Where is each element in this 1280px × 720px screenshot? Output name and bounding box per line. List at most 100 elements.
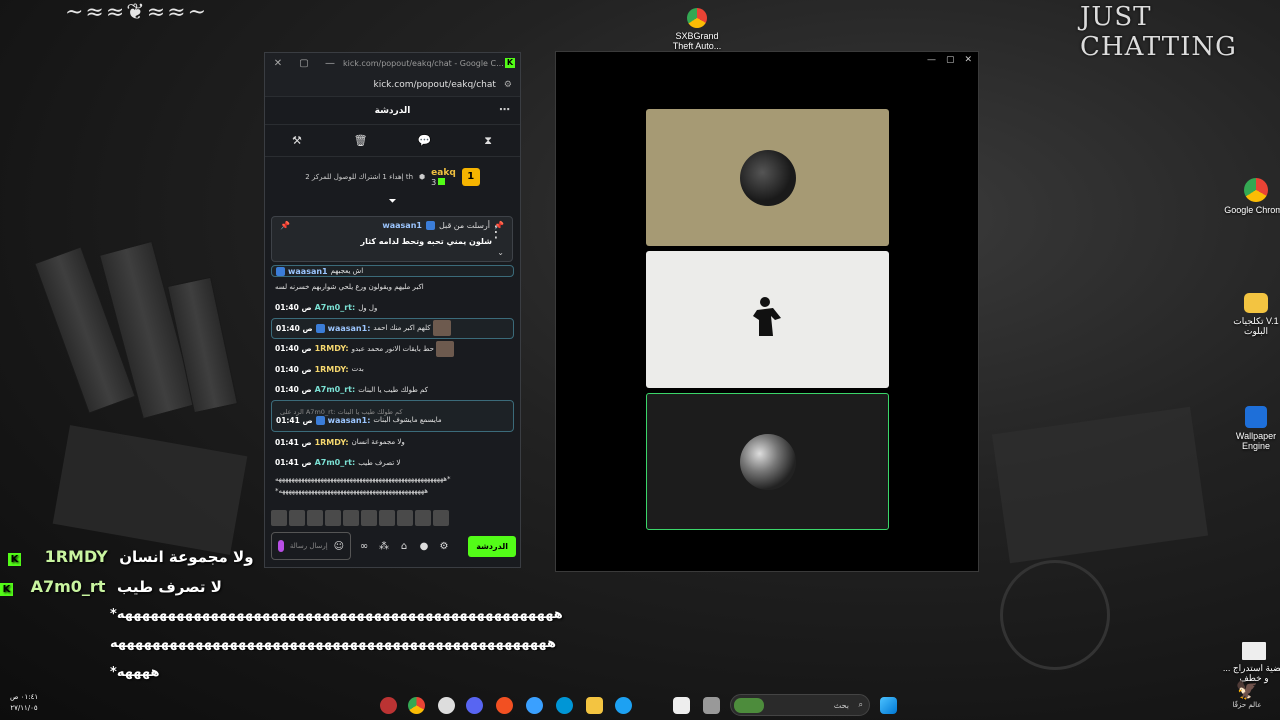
store-icon[interactable]: ⌂ (397, 541, 411, 552)
emote-button[interactable] (433, 510, 449, 526)
store-taskbar-icon[interactable] (673, 697, 690, 714)
app-icon[interactable] (496, 697, 513, 714)
minimize-window-button[interactable]: — (927, 55, 936, 65)
emote-button[interactable] (325, 510, 341, 526)
desktop-icon-wallpaper-engine[interactable]: Wallpaper Engine (1224, 406, 1280, 451)
desktop-ornament: ~≈≈❦≈≈~ (64, 0, 209, 25)
share-icon[interactable]: ⁂ (377, 541, 391, 552)
message-user[interactable]: A7m0_rt: (315, 303, 356, 312)
chat-message[interactable]: 01:40 ص A7m0_rt: ول ول (265, 298, 520, 319)
participant-tile[interactable] (646, 251, 889, 388)
desktop-icon-document[interactable]: قضية استدراج ... و خطف (1222, 642, 1280, 683)
chat-message[interactable]: 01:40 ص waasan1: كلهم اكبر منك احمد (271, 318, 514, 339)
chrome-icon (1244, 178, 1268, 202)
chat-bubble-icon[interactable]: ● (417, 541, 431, 552)
pinned-user[interactable]: waasan1 (382, 221, 422, 230)
address-bar[interactable]: kick.com/popout/eakq/chat ⚙ (265, 73, 520, 97)
mic-icon[interactable] (278, 540, 284, 552)
hourglass-icon[interactable]: ⧗ (473, 134, 503, 148)
maximize-window-button[interactable]: ▢ (291, 58, 317, 69)
message-time: 01:41 ص (276, 415, 313, 425)
collapse-toggle-icon[interactable]: ⏷ (265, 197, 520, 209)
chat-message[interactable]: 01:40 ص 1RMDY: بدت (265, 359, 520, 380)
overlay-user: A7m0_rt (30, 577, 106, 596)
chat-message[interactable]: 01:40 ص A7m0_rt: كم طولك طيب يا البنات (265, 380, 520, 401)
desktop-icon-chrome[interactable]: Google Chrome (1224, 178, 1280, 215)
chat-message[interactable]: 01:41 ص A7m0_rt: لا تصرف طيب (265, 453, 520, 474)
message-text: اكبر مليهم ويقولون ورع يلحي شواربهم خسرن… (275, 283, 424, 292)
app-icon[interactable] (380, 697, 397, 714)
gift-count: 3 (431, 177, 437, 187)
message-user[interactable]: 1RMDY: (315, 344, 349, 353)
pinned-more-icon[interactable]: ⋮ (488, 222, 504, 241)
minimize-window-button[interactable]: — (317, 58, 343, 69)
emoji-icon[interactable]: ☺ (334, 541, 344, 552)
chat-message-list[interactable]: waasan1 اش يعجبهم اكبر مليهم ويقولون ورع… (265, 265, 520, 505)
desktop-icon-folder[interactable]: تكلجيات V.1 البلوت (1224, 293, 1280, 336)
message-text: كلهم اكبر منك احمد (373, 324, 431, 333)
participant-avatar (739, 149, 796, 206)
start-button-icon[interactable] (880, 697, 897, 714)
participant-tile-speaking[interactable] (646, 393, 889, 530)
chat-send-button[interactable]: الدردشة (468, 535, 516, 557)
url-text: kick.com/popout/eakq/chat (373, 79, 496, 90)
file-explorer-icon[interactable] (586, 697, 603, 714)
message-user[interactable]: waasan1 (288, 267, 328, 276)
chat-message-input[interactable]: إرسال رسالة ☺ (271, 532, 351, 560)
infinity-icon[interactable]: ∞ (357, 541, 371, 552)
site-settings-icon[interactable]: ⚙ (504, 80, 512, 90)
close-window-button[interactable]: ✕ (265, 58, 291, 69)
edge-icon[interactable] (615, 697, 632, 714)
chat-reply-message[interactable]: الرد على A7m0_rt: كم طولك طيب يا البنات … (271, 400, 514, 432)
emote-button[interactable] (307, 510, 323, 526)
chevron-down-icon[interactable]: ⌄ (497, 248, 504, 257)
trash-icon[interactable]: 🗑 (346, 134, 376, 147)
settings-gear-icon[interactable]: ⚙ (437, 541, 451, 552)
taskbar-search[interactable]: بحث ⌕ (730, 694, 870, 716)
recent-emotes-strip (271, 510, 461, 526)
message-user[interactable]: A7m0_rt: (315, 458, 356, 467)
app-icon[interactable] (526, 697, 543, 714)
gift-leaderboard-banner[interactable]: إهداء 1 اشتراك للوصول للمركز 2 th ⬢ eakq… (265, 157, 520, 197)
emote-button[interactable] (271, 510, 287, 526)
task-view-icon[interactable] (703, 697, 720, 714)
message-user[interactable]: 1RMDY: (315, 365, 349, 374)
ban-hammer-icon[interactable]: ⚒ (282, 134, 312, 147)
message-user[interactable]: 1RMDY: (315, 438, 349, 447)
message-user[interactable]: waasan1: (328, 416, 371, 425)
message-user[interactable]: A7m0_rt: (315, 385, 356, 394)
emote-button[interactable] (289, 510, 305, 526)
pinned-text: شلون يمني تحبه وتحط لدامه كثار (360, 237, 492, 246)
chat-bubble-icon[interactable]: 💬 (409, 134, 439, 147)
hp-icon[interactable] (556, 697, 573, 714)
chat-message[interactable]: 01:40 ص 1RMDY: حط بايقات الانور محمد عبد… (265, 339, 520, 360)
desktop-icon-label: SXBGrand Theft Auto... (672, 31, 722, 51)
message-user[interactable]: waasan1: (328, 324, 371, 333)
emote-button[interactable] (379, 510, 395, 526)
message-text: حط بايقات الانور محمد عبدو (351, 344, 435, 353)
chat-message[interactable]: waasan1 اش يعجبهم (271, 265, 514, 277)
chat-message[interactable]: 01:41 ص 1RMDY: ولا مجموعة انسان (265, 432, 520, 453)
pin-icon[interactable]: 📌 (280, 221, 290, 230)
overlay-spam-line: *ههههههههههههههههههههههههههههههههههههههه… (110, 607, 564, 622)
emote-button[interactable] (343, 510, 359, 526)
moderation-toolbar: ⚒ 🗑 💬 ⧗ (265, 125, 520, 157)
more-options-icon[interactable]: ⋯ (499, 103, 510, 116)
chat-header-title: الدردشة (374, 105, 411, 116)
emote-button[interactable] (397, 510, 413, 526)
discord-icon[interactable] (466, 697, 483, 714)
window-title: kick.com/popout/eakq/chat - Google C... (343, 58, 504, 68)
message-text: لا تصرف طيب (358, 458, 401, 467)
message-text: ولا مجموعة انسان (351, 438, 405, 447)
maximize-window-button[interactable]: ▢ (946, 55, 955, 65)
chrome-taskbar-icon[interactable] (408, 697, 425, 714)
pinned-message[interactable]: 📌 waasan1 أرسلت من قبل 📌 ⋮ شلون يمني تحب… (271, 216, 513, 262)
close-window-button[interactable]: ✕ (964, 55, 972, 65)
chat-message[interactable]: اكبر مليهم ويقولون ورع يلحي شواربهم خسرن… (265, 277, 520, 298)
participant-tile[interactable] (646, 109, 889, 246)
desktop-icon-gta[interactable]: SXBGrand Theft Auto... (665, 8, 729, 51)
system-clock[interactable]: ٠١:٤١ ص ٢٧/١١/٠٥ (10, 692, 38, 714)
settings-taskbar-icon[interactable] (438, 697, 455, 714)
emote-button[interactable] (361, 510, 377, 526)
emote-button[interactable] (415, 510, 431, 526)
